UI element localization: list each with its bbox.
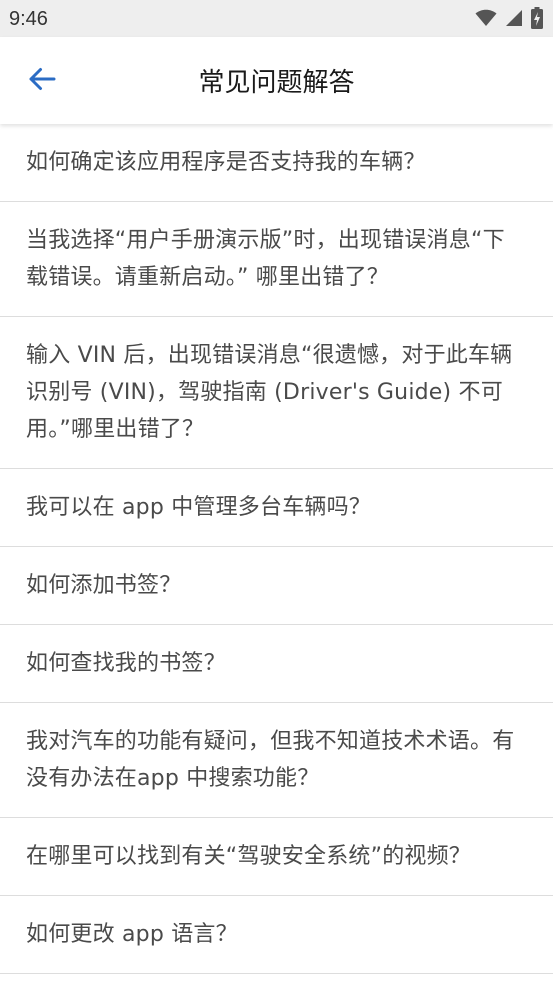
status-time: 9:46 (9, 8, 48, 30)
status-icons (475, 7, 543, 29)
wifi-icon (475, 9, 497, 27)
app-bar: 常见问题解答 (0, 37, 553, 124)
faq-question: 如何确定该应用程序是否支持我的车辆？ (26, 150, 426, 175)
faq-item[interactable]: 我对汽车的功能有疑问，但我不知道技术术语。有没有办法在app 中搜索功能？ (0, 703, 553, 818)
faq-question: 在哪里可以找到有关“驾驶安全系统”的视频？ (26, 844, 471, 869)
faq-item[interactable]: 如何查找我的书签？ (0, 625, 553, 703)
page-title: 常见问题解答 (198, 68, 355, 98)
faq-question: 输入 VIN 后，出现错误消息“很遗憾，对于此车辆识别号 (VIN)，驾驶指南 … (26, 343, 513, 442)
faq-question: 当我选择“用户手册演示版”时，出现错误消息“下载错误。请重新启动。” 哪里出错了… (26, 228, 505, 290)
faq-item[interactable]: 输入 VIN 后，出现错误消息“很遗憾，对于此车辆识别号 (VIN)，驾驶指南 … (0, 317, 553, 469)
signal-icon (505, 9, 523, 27)
faq-list: 如何确定该应用程序是否支持我的车辆？ 当我选择“用户手册演示版”时，出现错误消息… (0, 124, 553, 974)
battery-charging-icon (531, 7, 543, 29)
status-bar: 9:46 (0, 0, 553, 37)
faq-item[interactable]: 在哪里可以找到有关“驾驶安全系统”的视频？ (0, 818, 553, 896)
faq-item[interactable]: 当我选择“用户手册演示版”时，出现错误消息“下载错误。请重新启动。” 哪里出错了… (0, 202, 553, 317)
faq-question: 如何查找我的书签？ (26, 651, 226, 676)
faq-question: 我对汽车的功能有疑问，但我不知道技术术语。有没有办法在app 中搜索功能？ (26, 729, 515, 791)
faq-question: 如何更改 app 语言？ (26, 922, 238, 947)
faq-question: 如何添加书签？ (26, 573, 182, 598)
faq-item[interactable]: 如何更改 app 语言？ (0, 896, 553, 974)
faq-item[interactable]: 如何添加书签？ (0, 547, 553, 625)
faq-item[interactable]: 我可以在 app 中管理多台车辆吗？ (0, 469, 553, 547)
faq-item[interactable]: 如何确定该应用程序是否支持我的车辆？ (0, 124, 553, 202)
faq-question: 我可以在 app 中管理多台车辆吗？ (26, 495, 371, 520)
